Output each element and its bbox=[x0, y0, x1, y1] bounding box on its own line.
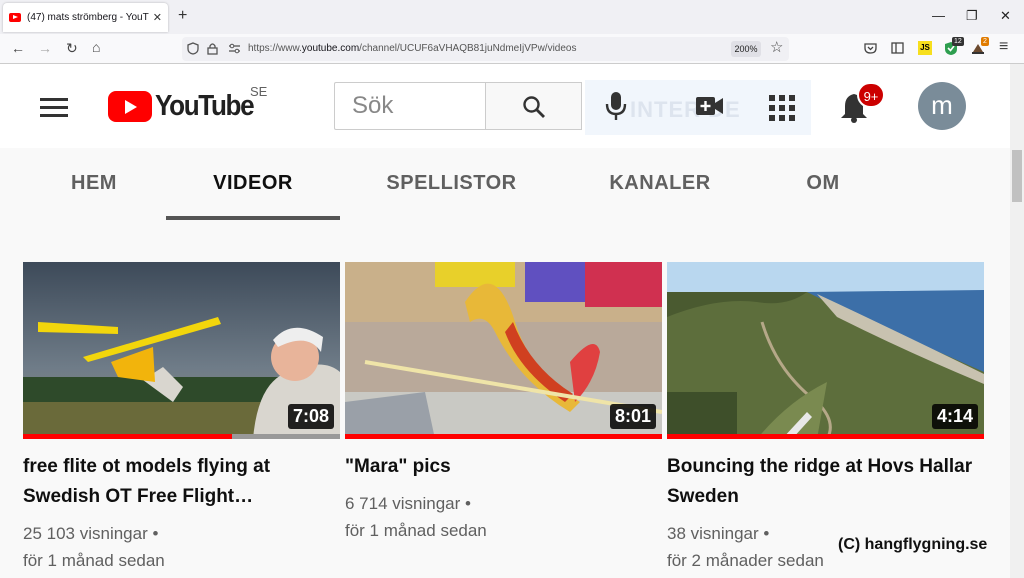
video-views: 6 714 visningar • bbox=[345, 494, 471, 513]
youtube-logo[interactable]: YouTube bbox=[108, 90, 264, 123]
window-close-button[interactable]: ✕ bbox=[1000, 9, 1011, 23]
back-arrow-icon[interactable]: ← bbox=[11, 41, 25, 56]
youtube-logo-text: YouTube bbox=[155, 90, 255, 122]
video-duration: 4:14 bbox=[931, 404, 978, 429]
channel-tabs: HEM VIDEOR SPELLISTOR KANALER OM bbox=[0, 148, 1010, 220]
url-path: /channel/UCUF6aVHAQB81juNdmeIjVPw/videos bbox=[359, 43, 577, 54]
video-age: för 1 månad sedan bbox=[345, 521, 487, 540]
forward-arrow-icon[interactable]: → bbox=[38, 41, 52, 56]
video-duration: 8:01 bbox=[609, 404, 656, 429]
notification-count-badge: 9+ bbox=[857, 82, 885, 108]
video-title[interactable]: Bouncing the ridge at Hovs Hallar Sweden bbox=[667, 452, 984, 512]
copyright-watermark: (C) hangflygning.se bbox=[838, 536, 988, 553]
restore-button[interactable]: ❐ bbox=[966, 9, 978, 23]
search-icon bbox=[523, 96, 545, 118]
page-scrollbar[interactable] bbox=[1010, 64, 1024, 578]
home-icon[interactable]: ⌂ bbox=[92, 40, 100, 55]
tab-close-icon[interactable]: ✕ bbox=[153, 11, 162, 24]
video-card[interactable]: 8:01 "Mara" pics 6 714 visningar • för 1… bbox=[345, 262, 662, 544]
search-button[interactable] bbox=[485, 82, 582, 130]
bookmark-star-icon[interactable]: ☆ bbox=[770, 40, 783, 55]
lock-icon[interactable] bbox=[207, 42, 218, 55]
minimize-button[interactable]: — bbox=[932, 9, 945, 23]
video-thumbnail[interactable]: 8:01 bbox=[345, 262, 662, 439]
video-card[interactable]: 7:08 free flite ot models flying at Swed… bbox=[23, 262, 340, 574]
video-title[interactable]: "Mara" pics bbox=[345, 452, 662, 482]
video-metadata: 6 714 visningar • för 1 månad sedan bbox=[345, 490, 662, 544]
tab-om[interactable]: OM bbox=[790, 148, 856, 220]
video-thumbnail[interactable]: 7:08 bbox=[23, 262, 340, 439]
search-input[interactable]: Sök bbox=[334, 82, 485, 130]
tab-spellistor[interactable]: SPELLISTOR bbox=[374, 148, 529, 220]
reload-icon[interactable]: ↻ bbox=[66, 41, 78, 56]
reader-view-icon[interactable] bbox=[891, 42, 904, 54]
hamburger-menu-icon[interactable] bbox=[40, 98, 68, 118]
extension-badge: 2 bbox=[981, 37, 989, 46]
menu-icon[interactable]: ≡ bbox=[999, 39, 1008, 55]
new-tab-button[interactable]: + bbox=[178, 8, 187, 24]
permissions-icon[interactable] bbox=[228, 43, 241, 54]
tab-videor[interactable]: VIDEOR bbox=[166, 148, 340, 220]
tab-title: (47) mats strömberg - YouTube bbox=[27, 12, 149, 23]
watch-progress-bar bbox=[345, 434, 662, 439]
scrollbar-thumb[interactable] bbox=[1012, 150, 1022, 202]
video-age: för 1 månad sedan bbox=[23, 551, 165, 570]
js-extension-icon[interactable]: JS bbox=[918, 41, 932, 55]
watch-progress-bar bbox=[23, 434, 233, 439]
youtube-masthead: YouTube SE INTER DE Sök 9+ m bbox=[0, 64, 1010, 148]
apps-grid-icon[interactable] bbox=[769, 95, 795, 121]
tab-hem[interactable]: HEM bbox=[54, 148, 134, 220]
microphone-icon[interactable] bbox=[604, 90, 628, 122]
video-duration: 7:08 bbox=[287, 404, 334, 429]
video-views: 25 103 visningar • bbox=[23, 524, 159, 543]
create-video-icon[interactable] bbox=[695, 94, 725, 118]
page-content: YouTube SE INTER DE Sök 9+ m HEM VIDEOR … bbox=[0, 64, 1010, 578]
url-text[interactable]: https://www.youtube.com/channel/UCUF6aVH… bbox=[248, 43, 577, 54]
avatar[interactable]: m bbox=[918, 82, 966, 130]
tab-kanaler[interactable]: KANALER bbox=[596, 148, 724, 220]
browser-tab[interactable]: (47) mats strömberg - YouTube ✕ bbox=[3, 3, 168, 32]
url-prefix: https://www. bbox=[248, 43, 302, 54]
zoom-indicator[interactable]: 200% bbox=[731, 41, 761, 57]
shield-extension-badge: 12 bbox=[952, 37, 964, 46]
youtube-play-icon bbox=[108, 91, 152, 122]
browser-tab-bar: (47) mats strömberg - YouTube ✕ + — ❐ ✕ bbox=[0, 0, 1024, 34]
url-domain: youtube.com bbox=[301, 43, 360, 54]
video-metadata: 25 103 visningar • för 1 månad sedan bbox=[23, 520, 340, 574]
region-label: SE bbox=[250, 84, 268, 99]
watch-progress-bar bbox=[667, 434, 984, 439]
video-grid: 7:08 free flite ot models flying at Swed… bbox=[0, 220, 1010, 578]
shield-icon[interactable] bbox=[187, 42, 199, 55]
youtube-favicon-icon bbox=[9, 13, 21, 22]
video-title[interactable]: free flite ot models flying at Swedish O… bbox=[23, 452, 340, 512]
video-thumbnail[interactable]: 4:14 bbox=[667, 262, 984, 439]
pocket-icon[interactable] bbox=[864, 42, 877, 54]
video-card[interactable]: 4:14 Bouncing the ridge at Hovs Hallar S… bbox=[667, 262, 984, 574]
